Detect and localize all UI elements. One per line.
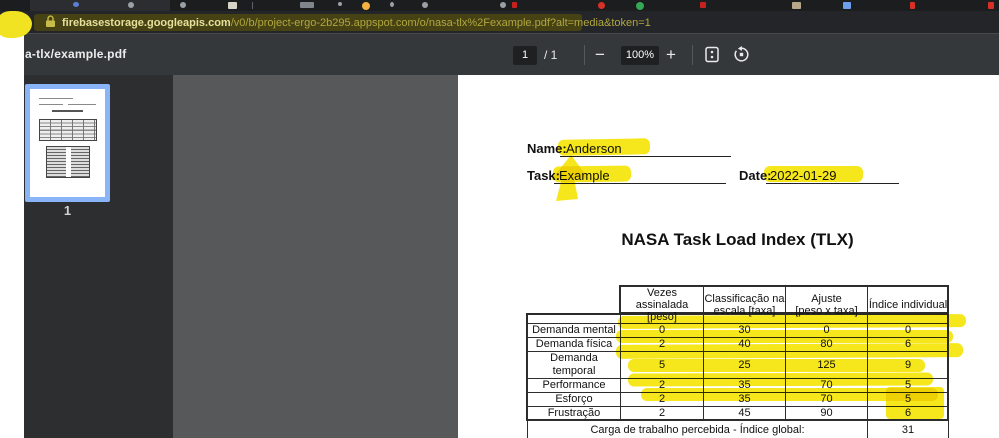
- fit-to-page-button[interactable]: [704, 46, 720, 63]
- left-white-margin: [0, 30, 24, 438]
- row-label: Demanda mental: [527, 323, 621, 338]
- zoom-level-input[interactable]: 100%: [621, 46, 659, 65]
- browser-top-strip: [0, 0, 999, 11]
- icon-fragment: [500, 2, 506, 8]
- zoom-out-button[interactable]: −: [595, 42, 605, 68]
- page-total-label: / 1: [544, 48, 558, 62]
- thumbnail-page-preview: [30, 89, 105, 197]
- zoom-in-button[interactable]: +: [666, 42, 676, 68]
- row-label: Frustração: [527, 406, 621, 421]
- icon-fragment: [73, 2, 79, 7]
- marker-arrow: [551, 155, 589, 201]
- lock-icon: [46, 15, 55, 27]
- icon-fragment: [300, 2, 314, 8]
- pdf-viewer: 1 Name: Anderson Task: Example Date: 202…: [0, 75, 999, 438]
- row-marker-highlight: [616, 330, 953, 343]
- toolbar-separator: [692, 45, 693, 65]
- icon-fragment: [700, 2, 706, 8]
- url-text[interactable]: firebasestorage.googleapis.com/v0/b/proj…: [62, 15, 651, 31]
- header-empty-cell: [528, 287, 621, 324]
- row-marker-highlight: [627, 372, 934, 387]
- browser-window: firebasestorage.googleapis.com/v0/b/proj…: [0, 0, 999, 438]
- row-label: Esforço: [527, 392, 621, 407]
- icon-fragment: [988, 2, 994, 9]
- row-marker-highlight: [615, 343, 964, 359]
- icon-fragment: [598, 2, 605, 9]
- cell-value: 2: [620, 406, 704, 421]
- date-marker-highlight: [764, 166, 863, 182]
- thumbnail-table-1: [39, 119, 97, 141]
- date-underline: [766, 183, 899, 184]
- toolbar-separator: [584, 45, 585, 65]
- icon-fragment: [362, 2, 370, 10]
- thumbnail-sidebar: 1: [0, 75, 173, 438]
- pdf-page: Name: Anderson Task: Example Date: 2022-…: [458, 75, 999, 438]
- icon-fragment: [228, 2, 237, 9]
- icon-fragment: [843, 2, 851, 9]
- document-background: [173, 75, 458, 438]
- icon-fragment: [390, 2, 394, 7]
- browser-tab-fragment[interactable]: [30, 0, 170, 11]
- page-thumbnail[interactable]: [25, 84, 110, 202]
- global-index-marker-highlight: [886, 387, 944, 419]
- icon-fragment: [910, 2, 915, 9]
- rotate-button[interactable]: [733, 46, 750, 63]
- row-label: Performance: [527, 378, 621, 393]
- page-number-input[interactable]: 1: [513, 46, 537, 65]
- icon-fragment: [422, 2, 428, 8]
- document-title: NASA Task Load Index (TLX): [621, 230, 854, 249]
- pdf-filename: a-tlx/example.pdf: [25, 47, 127, 61]
- icon-fragment: [636, 2, 644, 10]
- toolbar-divider: [0, 33, 999, 34]
- cell-value: 45: [703, 406, 786, 421]
- icon-fragment: [180, 2, 186, 8]
- thumbnail-page-number: 1: [63, 203, 72, 218]
- table-footer-row: Carga de trabalho percebida - Índice glo…: [527, 420, 949, 438]
- cell-value: 90: [785, 406, 868, 421]
- address-bar[interactable]: firebasestorage.googleapis.com/v0/b/proj…: [0, 11, 999, 34]
- footer-value: 31: [867, 420, 949, 438]
- row-label: Demanda física: [527, 337, 621, 352]
- url-domain: firebasestorage.googleapis.com: [62, 17, 231, 29]
- separator-fragment: [252, 2, 253, 9]
- row-marker-highlight: [617, 314, 967, 329]
- row-label: Demanda temporal: [527, 351, 621, 379]
- icon-fragment: [792, 2, 801, 9]
- url-path: /v0/b/project-ergo-2b295.appspot.com/o/n…: [230, 17, 651, 29]
- icon-fragment: [338, 2, 342, 6]
- row-marker-highlight: [628, 359, 925, 372]
- icon-fragment: [128, 2, 134, 8]
- pdf-toolbar: a-tlx/example.pdf 1 / 1 − 100% +: [0, 34, 999, 75]
- footer-label: Carga de trabalho percebida - Índice glo…: [527, 420, 868, 438]
- icon-fragment: [512, 2, 517, 8]
- thumbnail-table-2: [46, 146, 90, 178]
